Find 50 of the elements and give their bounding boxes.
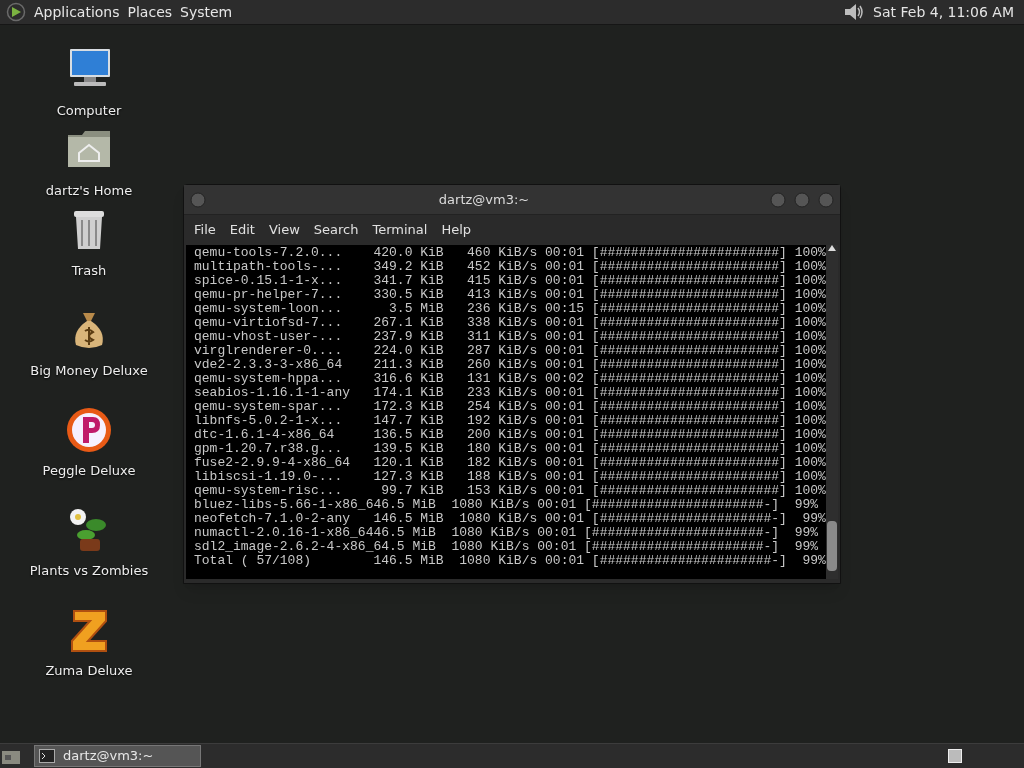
terminal-line: Total ( 57/108) 146.5 MiB 1080 KiB/s 00:01 [######################-] 99%: [194, 554, 826, 568]
terminal-line: gpm-1.20.7.r38.g... 139.5 KiB 180 KiB/s 00:01 [#######################] 100%: [194, 442, 826, 456]
scrollbar-thumb[interactable]: [827, 521, 837, 571]
terminal-line: multipath-tools-... 349.2 KiB 452 KiB/s 00:01 [#######################] 100%: [194, 260, 826, 274]
menu-item[interactable]: Terminal: [366, 220, 434, 240]
terminal-line: bluez-libs-5.66-1-x86_646.5 MiB 1080 KiB/s 00:01 [######################-] 99%: [194, 498, 820, 512]
terminal-line: qemu-vhost-user-... 237.9 KiB 311 KiB/s 00:01 [#######################] 100%: [194, 330, 826, 344]
terminal-line: qemu-system-loon... 3.5 MiB 236 KiB/s 00:15 [#######################] 100%: [194, 302, 826, 316]
menu-item[interactable]: Help: [435, 220, 478, 240]
icon-label[interactable]: Plants vs Zombies: [29, 561, 149, 581]
terminal-line: qemu-tools-7.2.0... 420.0 KiB 460 KiB/s 00:01 [#######################] 100%: [194, 246, 826, 260]
terminal-line: virglrenderer-0.... 224.0 KiB 287 KiB/s 00:01 [#######################] 100%: [194, 344, 826, 358]
terminal-icon: [39, 749, 55, 763]
menu-item[interactable]: Search: [307, 220, 365, 240]
terminal-line: qemu-system-hppa... 316.6 KiB 131 KiB/s 00:02 [#######################] 100%: [194, 372, 826, 386]
icon-label[interactable]: dartz's Home: [45, 181, 133, 201]
speaker-icon[interactable]: [843, 2, 866, 22]
icon-label[interactable]: Peggle Deluxe: [42, 461, 136, 481]
icon-label[interactable]: Trash: [71, 261, 107, 281]
terminal-line: qemu-system-risc... 99.7 KiB 153 KiB/s 00:01 [#######################] 100%: [194, 484, 826, 498]
terminal-line: numactl-2.0.16-1-x86_6446.5 MiB 1080 KiB/s 00:01 [######################-] 99%: [194, 526, 820, 540]
logo-icon[interactable]: [6, 2, 26, 22]
workspace-switcher[interactable]: [948, 749, 962, 763]
task-button[interactable]: dartz@vm3:~: [34, 745, 201, 767]
terminal-line: qemu-pr-helper-7... 330.5 KiB 413 KiB/s 00:01 [#######################] 100%: [194, 288, 826, 302]
terminal-line: qemu-virtiofsd-7... 267.1 KiB 338 KiB/s 00:01 [#######################] 100%: [194, 316, 826, 330]
menu-item[interactable]: Applications: [34, 1, 120, 23]
peggle-icon[interactable]: [64, 405, 114, 455]
terminal-line: qemu-system-spar... 172.3 KiB 254 KiB/s 00:01 [#######################] 100%: [194, 400, 826, 414]
menu-item[interactable]: File: [188, 220, 222, 240]
terminal-line: seabios-1.16.1-1-any 174.1 KiB 233 KiB/s 00:01 [#######################] 100%: [194, 386, 826, 400]
icon-label[interactable]: Big Money Deluxe: [30, 361, 148, 381]
terminal-line: spice-0.15.1-1-x... 341.7 KiB 415 KiB/s 00:01 [#######################] 100%: [194, 274, 826, 288]
terminal-line: dtc-1.6.1-4-x86_64 136.5 KiB 200 KiB/s 00:01 [#######################] 100%: [194, 428, 826, 442]
terminal-line: neofetch-7.1.0-2-any 146.5 MiB 1080 KiB/s 00:01 [######################-] 99%: [194, 512, 826, 526]
menu-item[interactable]: View: [262, 220, 306, 240]
terminal-line: libnfs-5.0.2-1-x... 147.7 KiB 192 KiB/s 00:01 [#######################] 100%: [194, 414, 826, 428]
scroll-up-icon[interactable]: [828, 245, 836, 251]
terminal-line: sdl2_image-2.6.2-4-x86_64.5 MiB 1080 KiB/s 00:01 [######################-] 99%: [194, 540, 820, 554]
icon-label[interactable]: Zuma Deluxe: [45, 661, 133, 681]
clock[interactable]: Sat Feb 4, 11:06 AM: [873, 1, 1014, 23]
terminal-line: fuse2-2.9.9-4-x86_64 120.1 KiB 182 KiB/s 00:01 [#######################] 100%: [194, 456, 826, 470]
menu-item[interactable]: System: [180, 1, 233, 23]
window-title: dartz@vm3:~: [438, 190, 530, 209]
menu-item[interactable]: Edit: [223, 220, 261, 240]
scrollbar[interactable]: [826, 245, 838, 579]
terminal-line: vde2-2.3.3-3-x86_64 211.3 KiB 260 KiB/s 00:01 [#######################] 100%: [194, 358, 826, 372]
icon-label[interactable]: Computer: [56, 101, 122, 121]
terminal-line: libiscsi-1.19.0-... 127.3 KiB 188 KiB/s 00:01 [#######################] 100%: [194, 470, 826, 484]
menu-item[interactable]: Places: [127, 1, 173, 23]
